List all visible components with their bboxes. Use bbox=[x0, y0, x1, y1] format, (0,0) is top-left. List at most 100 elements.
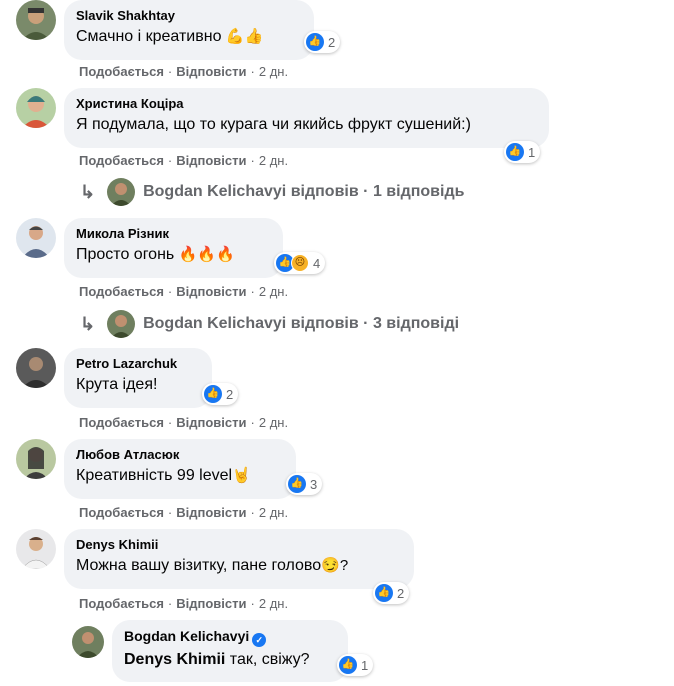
view-replies-link[interactable]: ↳ Bogdan Kelichavyi відповів · 1 відпові… bbox=[80, 178, 464, 206]
reply-button[interactable]: Відповісти bbox=[176, 153, 246, 168]
comment-emoji: 🤘 bbox=[232, 467, 251, 484]
view-replies-link[interactable]: ↳ Bogdan Kelichavyi відповів · 3 відпові… bbox=[80, 310, 459, 338]
comment-text: Я подумала, що то курага чи якийсь фрукт… bbox=[76, 116, 471, 133]
reply-count: 1 відповідь bbox=[372, 183, 465, 200]
reply-button[interactable]: Відповісти bbox=[176, 415, 246, 430]
comment-text: Крута ідея! bbox=[76, 376, 158, 393]
comment-bubble: Микола Різник Просто огонь 🔥🔥🔥 bbox=[64, 218, 283, 278]
reply-count: 3 відповіді bbox=[372, 315, 460, 332]
comment-author[interactable]: Denys Khimii bbox=[76, 537, 402, 553]
comment-bubble: Petro Lazarchuk Крута ідея! bbox=[64, 348, 212, 408]
reply-text: так, свіжу? bbox=[225, 651, 310, 668]
reply-arrow-icon: ↳ bbox=[80, 313, 96, 334]
like-button[interactable]: Подобається bbox=[79, 596, 164, 611]
separator: · bbox=[167, 64, 173, 79]
separator: · bbox=[167, 415, 173, 430]
comment-author: Bogdan Kelichavyi ✓ bbox=[124, 628, 336, 647]
reply-verb: відповів bbox=[290, 183, 359, 200]
timestamp[interactable]: 2 дн. bbox=[259, 505, 288, 520]
reaction-number: 1 bbox=[361, 657, 369, 673]
comment-bubble: Denys Khimii Можна вашу візитку, пане го… bbox=[64, 529, 414, 589]
timestamp[interactable]: 2 дн. bbox=[259, 153, 288, 168]
comment-text: Смачно і креативно 💪👍 bbox=[76, 26, 302, 48]
reaction-count[interactable]: 👍 1 bbox=[504, 141, 541, 163]
avatar[interactable] bbox=[72, 626, 104, 658]
separator: · bbox=[250, 415, 255, 430]
reply-author: Bogdan Kelichavyi bbox=[143, 315, 287, 332]
reply-author-name[interactable]: Bogdan Kelichavyi bbox=[124, 628, 249, 644]
timestamp[interactable]: 2 дн. bbox=[259, 284, 288, 299]
comment-text-body: Просто огонь bbox=[76, 246, 175, 263]
reaction-count[interactable]: 👍 2 bbox=[202, 383, 239, 405]
reply-button[interactable]: Відповісти bbox=[176, 596, 246, 611]
separator: · bbox=[250, 153, 255, 168]
separator: · bbox=[167, 153, 173, 168]
separator: · bbox=[167, 505, 173, 520]
mention-link[interactable]: Denys Khimii bbox=[124, 651, 225, 668]
reply-arrow-icon: ↳ bbox=[80, 181, 96, 202]
avatar bbox=[107, 178, 136, 206]
separator: · bbox=[250, 284, 255, 299]
reply-button[interactable]: Відповісти bbox=[176, 64, 246, 79]
reply-author: Bogdan Kelichavyi bbox=[143, 183, 287, 200]
sad-face-icon: ☹ bbox=[291, 254, 309, 272]
comment-author[interactable]: Микола Різник bbox=[76, 226, 271, 242]
comment-emoji: 🔥🔥🔥 bbox=[178, 246, 235, 263]
comment-actions: Подобається · Відповісти · 2 дн. bbox=[79, 284, 288, 299]
comment-actions: Подобається · Відповісти · 2 дн. bbox=[79, 596, 288, 611]
avatar[interactable] bbox=[16, 218, 56, 258]
comment-bubble: Bogdan Kelichavyi ✓ Denys Khimii так, сві… bbox=[112, 620, 348, 682]
comment-text: Креативність 99 level🤘 bbox=[76, 465, 284, 487]
comment-text: Denys Khimii так, свіжу? bbox=[124, 649, 336, 671]
like-button[interactable]: Подобається bbox=[79, 153, 164, 168]
like-button[interactable]: Подобається bbox=[79, 64, 164, 79]
comment-author[interactable]: Petro Lazarchuk bbox=[76, 356, 200, 372]
comment-bubble: Slavik Shakhtay Смачно і креативно 💪👍 bbox=[64, 0, 314, 60]
comment-emoji: 😏? bbox=[321, 557, 349, 574]
avatar[interactable] bbox=[16, 88, 56, 128]
comment-actions: Подобається · Відповісти · 2 дн. bbox=[79, 153, 288, 168]
reaction-count[interactable]: 👍 2 bbox=[373, 582, 410, 604]
like-button[interactable]: Подобається bbox=[79, 415, 164, 430]
comment-text-body: Смачно і креативно bbox=[76, 28, 222, 45]
comment-bubble: Христина Коціра Я подумала, що то курага… bbox=[64, 88, 549, 148]
avatar[interactable] bbox=[16, 439, 56, 479]
separator: · bbox=[250, 64, 255, 79]
avatar[interactable] bbox=[16, 529, 56, 569]
reaction-number: 2 bbox=[328, 34, 336, 50]
reaction-count[interactable]: 👍 2 bbox=[304, 31, 341, 53]
comment-text-body: Можна вашу візитку, пане голово bbox=[76, 557, 322, 574]
reaction-number: 1 bbox=[528, 144, 536, 160]
reply-button[interactable]: Відповісти bbox=[176, 505, 246, 520]
comment-text: Просто огонь 🔥🔥🔥 bbox=[76, 244, 271, 266]
avatar[interactable] bbox=[16, 348, 56, 388]
comment-text: Можна вашу візитку, пане голово😏? bbox=[76, 555, 402, 577]
like-button[interactable]: Подобається bbox=[79, 505, 164, 520]
separator: · bbox=[250, 505, 255, 520]
reaction-count[interactable]: 👍 3 bbox=[286, 473, 323, 495]
comment-author[interactable]: Любов Атласюк bbox=[76, 447, 284, 463]
comment-author[interactable]: Христина Коціра bbox=[76, 96, 537, 112]
avatar[interactable] bbox=[16, 0, 56, 40]
separator: · bbox=[167, 284, 173, 299]
comment-text-body: Креативність 99 level bbox=[76, 467, 233, 484]
reaction-number: 2 bbox=[397, 585, 405, 601]
thumbs-up-icon: 👍 bbox=[506, 143, 524, 161]
timestamp[interactable]: 2 дн. bbox=[259, 415, 288, 430]
comment-actions: Подобається · Відповісти · 2 дн. bbox=[79, 505, 288, 520]
thumbs-up-icon: 👍 bbox=[375, 584, 393, 602]
comment-bubble: Любов Атласюк Креативність 99 level🤘 bbox=[64, 439, 296, 499]
comment-author[interactable]: Slavik Shakhtay bbox=[76, 8, 302, 24]
comment-emoji: 💪👍 bbox=[225, 28, 264, 45]
timestamp[interactable]: 2 дн. bbox=[259, 64, 288, 79]
thumbs-up-icon: 👍 bbox=[339, 656, 357, 674]
separator: · bbox=[167, 596, 173, 611]
separator: · bbox=[363, 183, 369, 200]
timestamp[interactable]: 2 дн. bbox=[259, 596, 288, 611]
reaction-count[interactable]: 👍 1 bbox=[337, 654, 374, 676]
reply-button[interactable]: Відповісти bbox=[176, 284, 246, 299]
reply-verb: відповів bbox=[290, 315, 359, 332]
like-button[interactable]: Подобається bbox=[79, 284, 164, 299]
thumbs-up-icon: 👍 bbox=[204, 385, 222, 403]
reaction-count[interactable]: 👍 ☹ 4 bbox=[274, 252, 326, 274]
